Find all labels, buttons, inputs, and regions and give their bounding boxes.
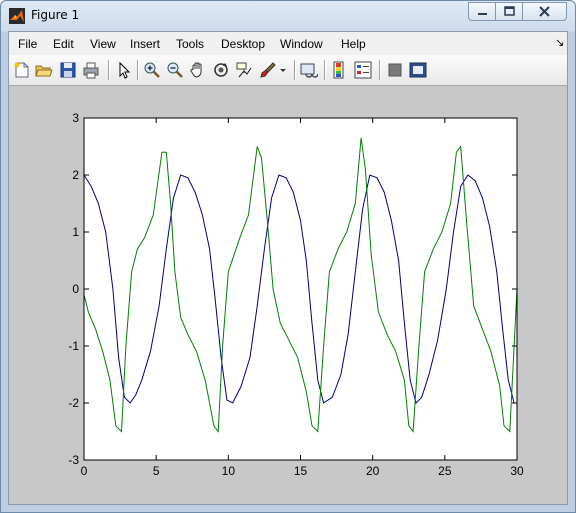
new-figure-icon[interactable]: [13, 61, 31, 79]
menu-insert[interactable]: Insert: [130, 37, 160, 51]
menu-tools[interactable]: Tools: [176, 37, 204, 51]
hide-plot-tools-icon[interactable]: [386, 61, 404, 79]
x-tick-label: 20: [366, 464, 380, 478]
menu-help[interactable]: Help: [341, 37, 366, 51]
edit-plot-arrow-icon[interactable]: [114, 61, 132, 79]
axes-background: [84, 118, 517, 460]
save-icon[interactable]: [59, 61, 77, 79]
x-tick-label: 0: [81, 464, 88, 478]
toolbar-separator: [294, 60, 296, 80]
menu-view[interactable]: View: [90, 37, 116, 51]
maximize-icon: [504, 6, 515, 16]
zoom-in-icon[interactable]: [143, 61, 161, 79]
y-tick-label: -1: [68, 339, 79, 353]
close-icon: [539, 6, 550, 17]
y-tick-label: 3: [72, 111, 79, 125]
window-title: Figure 1: [31, 8, 80, 22]
x-tick-label: 5: [153, 464, 160, 478]
close-button[interactable]: [522, 2, 567, 21]
y-tick-label: -2: [68, 396, 79, 410]
y-tick-label: 0: [72, 282, 79, 296]
menu-desktop[interactable]: Desktop: [221, 37, 265, 51]
brush-menu-arrow-icon[interactable]: [278, 61, 288, 79]
toolbar-separator: [379, 60, 381, 80]
data-cursor-icon[interactable]: [235, 61, 253, 79]
print-icon[interactable]: [82, 61, 100, 79]
menu-file[interactable]: File: [18, 37, 37, 51]
y-tick-label: -3: [68, 453, 79, 467]
toolbar-separator: [324, 60, 326, 80]
menu-bar: File Edit View Insert Tools Desktop Wind…: [9, 32, 567, 55]
menu-edit[interactable]: Edit: [53, 37, 74, 51]
y-tick-label: 2: [72, 168, 79, 182]
maximize-button[interactable]: [495, 2, 523, 21]
title-bar[interactable]: Figure 1: [1, 1, 575, 31]
figure-window: Figure 1 File Edit View Insert Tools Des…: [0, 0, 576, 513]
figure-toolbar: [9, 55, 567, 86]
pan-hand-icon[interactable]: [189, 61, 207, 79]
brush-icon[interactable]: [259, 61, 277, 79]
toolbar-separator: [108, 60, 110, 80]
insert-legend-icon[interactable]: [354, 61, 372, 79]
toolbar-separator: [137, 60, 139, 80]
link-plot-icon[interactable]: [300, 61, 318, 79]
minimize-icon: [478, 13, 487, 15]
figure-canvas: 0 5 10 15 20 25 30 -3 -2 -1 0 1 2 3: [9, 86, 567, 504]
x-tick-label: 10: [222, 464, 236, 478]
zoom-out-icon[interactable]: [166, 61, 184, 79]
insert-colorbar-icon[interactable]: [331, 61, 349, 79]
minimize-button[interactable]: [468, 2, 496, 21]
x-tick-label: 30: [510, 464, 524, 478]
x-tick-label: 15: [294, 464, 308, 478]
open-file-icon[interactable]: [35, 61, 53, 79]
dock-arrow-icon[interactable]: ↘: [555, 36, 564, 49]
figure-client-area: File Edit View Insert Tools Desktop Wind…: [8, 31, 568, 505]
show-plot-tools-icon[interactable]: [409, 61, 427, 79]
matlab-logo-icon: [9, 8, 25, 24]
x-tick-label: 25: [438, 464, 452, 478]
rotate-3d-icon[interactable]: [212, 61, 230, 79]
y-tick-label: 1: [72, 225, 79, 239]
line-plot[interactable]: 0 5 10 15 20 25 30 -3 -2 -1 0 1 2 3: [9, 86, 567, 504]
menu-window[interactable]: Window: [280, 37, 323, 51]
